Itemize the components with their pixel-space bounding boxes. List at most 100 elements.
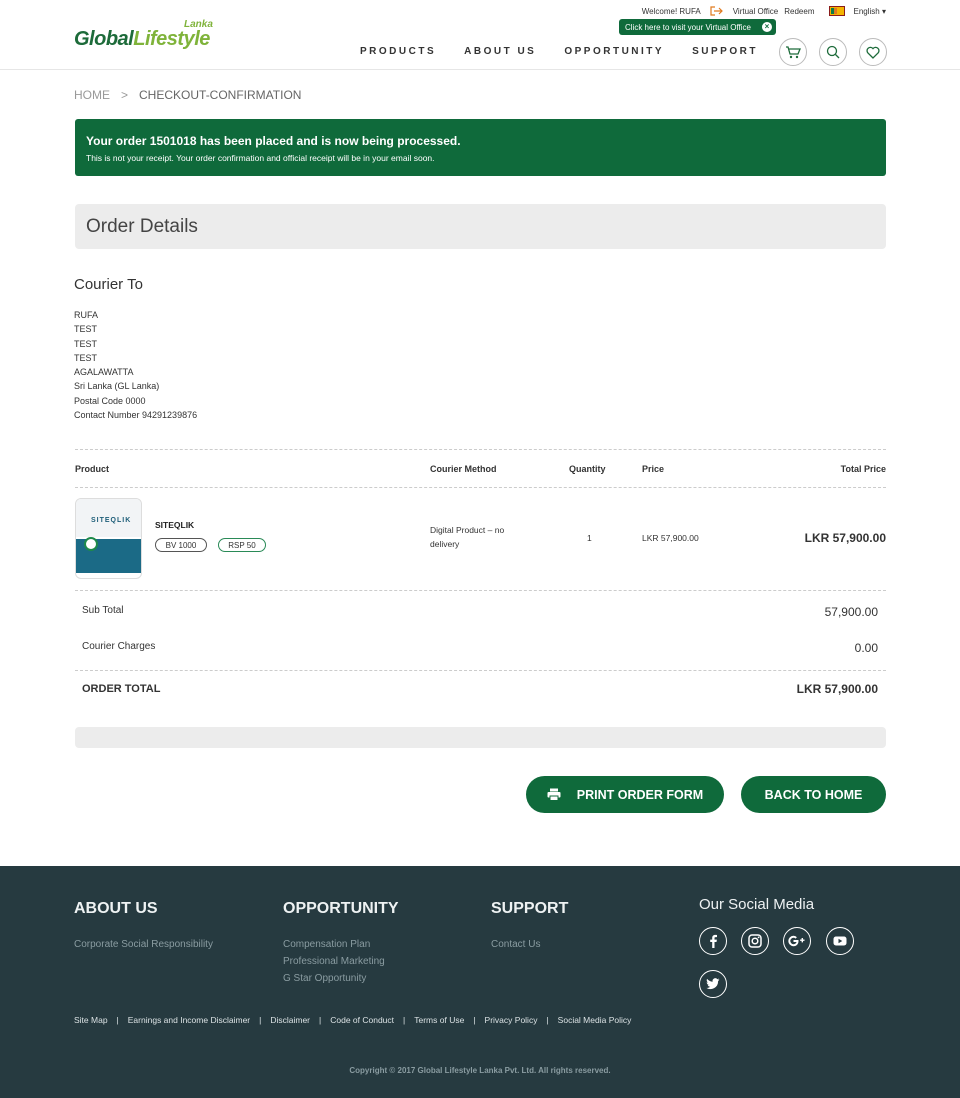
- header-icon-group: [779, 38, 899, 66]
- footer-about-title: ABOUT US: [74, 900, 158, 917]
- breadcrumb-separator: >: [121, 88, 129, 102]
- language-selector[interactable]: English: [854, 7, 887, 16]
- link-separator: |: [546, 1015, 549, 1025]
- address-line: RUFA: [74, 310, 99, 320]
- courier-charges-value: 0.00: [854, 641, 878, 655]
- col-courier-method: Courier Method: [430, 464, 497, 474]
- footer-link-compensation-plan[interactable]: Compensation Plan: [283, 936, 399, 953]
- col-product: Product: [75, 464, 110, 474]
- address-line: AGALAWATTA: [74, 367, 134, 378]
- quantity-value: 1: [587, 533, 592, 543]
- total-price-value: LKR 57,900.00: [804, 531, 886, 545]
- link-separator: |: [319, 1015, 322, 1025]
- product-name[interactable]: SITEQLIK: [155, 520, 194, 530]
- instagram-icon[interactable]: [741, 927, 769, 955]
- sub-total-row: Sub Total 57,900.00: [75, 591, 886, 627]
- address-line: Contact Number 94291239876: [74, 410, 198, 421]
- col-price: Price: [642, 464, 665, 474]
- alert-title: Your order 1501018 has been placed and i…: [86, 134, 461, 148]
- footer-link-g-star-opportunity[interactable]: G Star Opportunity: [283, 970, 399, 987]
- order-placed-alert: Your order 1501018 has been placed and i…: [75, 119, 886, 176]
- sub-total-value: 57,900.00: [824, 605, 878, 619]
- virtual-office-tooltip[interactable]: Click here to visit your Virtual Office …: [619, 19, 776, 35]
- footer-opportunity-column: OPPORTUNITY Compensation Plan Profession…: [283, 900, 399, 987]
- breadcrumb-home[interactable]: HOME: [74, 88, 110, 102]
- footer-about-column: ABOUT US Corporate Social Responsibility: [74, 900, 213, 953]
- col-quantity: Quantity: [569, 464, 606, 474]
- logo-text-lifestyle: Lifestyle: [133, 28, 210, 50]
- product-image-label: SITEQLIK: [91, 517, 132, 524]
- address-line: Sri Lanka (GL Lanka): [74, 381, 160, 392]
- footer-link-disclaimer[interactable]: Disclaimer: [270, 1015, 310, 1025]
- footer-link-code-of-conduct[interactable]: Code of Conduct: [330, 1015, 394, 1025]
- col-total-price: Total Price: [840, 464, 886, 474]
- virtual-office-link[interactable]: Virtual Office: [733, 7, 779, 16]
- order-total-value: LKR 57,900.00: [796, 682, 878, 696]
- google-plus-icon[interactable]: [783, 927, 811, 955]
- link-separator: |: [116, 1015, 119, 1025]
- footer-support-title: SUPPORT: [491, 900, 569, 917]
- product-image[interactable]: SITEQLIK: [75, 498, 142, 579]
- footer-link-social-media-policy[interactable]: Social Media Policy: [558, 1015, 632, 1025]
- courier-address: RUFA TEST TEST TEST AGALAWATTA Sri Lanka…: [74, 308, 197, 422]
- footer-bottom-links: Site Map | Earnings and Income Disclaime…: [74, 1015, 631, 1025]
- back-to-home-button[interactable]: BACK TO HOME: [741, 776, 886, 813]
- footer-link-terms-of-use[interactable]: Terms of Use: [414, 1015, 464, 1025]
- print-order-form-button[interactable]: PRINT ORDER FORM: [526, 776, 724, 813]
- table-header: Product Courier Method Quantity Price To…: [75, 450, 886, 488]
- welcome-text: Welcome! RUFA: [641, 6, 701, 16]
- order-total-row: ORDER TOTAL LKR 57,900.00: [75, 670, 886, 708]
- table-row: SITEQLIK SITEQLIK BV 1000 RSP 50 Digital…: [75, 488, 886, 591]
- address-line: TEST: [74, 324, 98, 335]
- footer-opportunity-title: OPPORTUNITY: [283, 900, 399, 917]
- print-button-label: PRINT ORDER FORM: [576, 787, 704, 802]
- close-icon[interactable]: ×: [762, 22, 772, 32]
- nav-opportunity[interactable]: OPPORTUNITY: [564, 46, 664, 57]
- order-details-heading: Order Details: [75, 204, 886, 249]
- nav-about-us[interactable]: ABOUT US: [464, 46, 536, 57]
- printer-icon: [547, 788, 561, 801]
- nav-support[interactable]: SUPPORT: [692, 46, 758, 57]
- sri-lanka-flag-icon[interactable]: [828, 6, 845, 16]
- footer-link-csr[interactable]: Corporate Social Responsibility: [74, 936, 213, 953]
- facebook-icon[interactable]: [699, 927, 727, 955]
- breadcrumb: HOME > CHECKOUT-CONFIRMATION: [74, 88, 301, 102]
- footer-link-earnings-disclaimer[interactable]: Earnings and Income Disclaimer: [128, 1015, 250, 1025]
- youtube-icon[interactable]: [826, 927, 854, 955]
- address-line: TEST: [74, 352, 98, 363]
- heart-icon[interactable]: [859, 38, 887, 66]
- link-separator: |: [473, 1015, 476, 1025]
- footer-link-contact-us[interactable]: Contact Us: [491, 936, 568, 953]
- social-media-title: Our Social Media: [699, 896, 815, 913]
- logout-icon[interactable]: [710, 6, 724, 16]
- alert-subtitle: This is not your receipt. Your order con…: [86, 153, 435, 163]
- courier-method-value: Digital Product – no delivery: [430, 525, 505, 549]
- courier-charges-row: Courier Charges 0.00: [75, 627, 886, 670]
- footer-link-privacy-policy[interactable]: Privacy Policy: [485, 1015, 538, 1025]
- bv-badge: BV 1000: [155, 538, 207, 552]
- rsp-badge: RSP 50: [218, 538, 266, 552]
- tooltip-text: Click here to visit your Virtual Office: [625, 22, 751, 32]
- courier-charges-label: Courier Charges: [82, 641, 156, 652]
- site-logo[interactable]: Lanka GlobalLifestyle: [74, 19, 224, 52]
- twitter-icon[interactable]: [699, 970, 727, 998]
- price-value: LKR 57,900.00: [642, 533, 699, 543]
- sub-total-label: Sub Total: [82, 605, 124, 616]
- nav-products[interactable]: PRODUCTS: [360, 46, 436, 57]
- redeem-link[interactable]: Redeem: [784, 7, 814, 16]
- address-line: Postal Code 0000: [74, 395, 146, 406]
- address-line: TEST: [74, 338, 98, 349]
- footer-link-professional-marketing[interactable]: Professional Marketing: [283, 953, 399, 970]
- search-icon[interactable]: [819, 38, 847, 66]
- breadcrumb-current: CHECKOUT-CONFIRMATION: [139, 88, 302, 102]
- order-items-table: Product Courier Method Quantity Price To…: [75, 449, 886, 708]
- order-total-label: ORDER TOTAL: [82, 683, 161, 695]
- logo-text: GlobalLifestyle: [74, 28, 210, 51]
- main-nav: PRODUCTS ABOUT US OPPORTUNITY SUPPORT: [360, 46, 786, 57]
- footer-link-site-map[interactable]: Site Map: [74, 1015, 108, 1025]
- cart-icon[interactable]: [779, 38, 807, 66]
- product-logo-icon: [84, 537, 98, 551]
- link-separator: |: [403, 1015, 406, 1025]
- courier-to-title: Courier To: [74, 276, 143, 293]
- footer-support-column: SUPPORT Contact Us: [491, 900, 568, 953]
